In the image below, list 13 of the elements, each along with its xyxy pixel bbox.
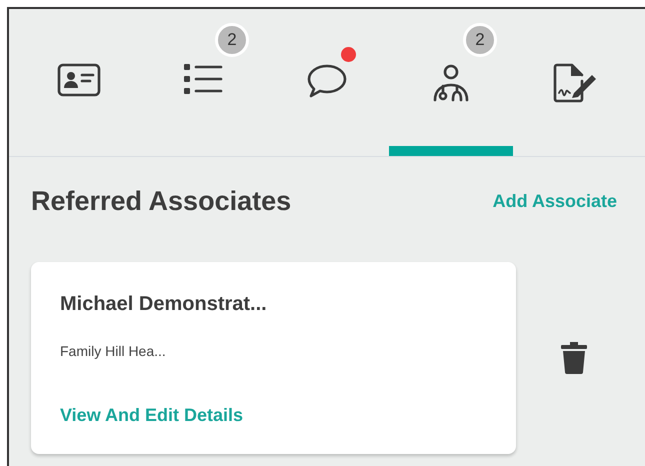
speech-bubble-icon <box>306 63 348 99</box>
section-title: Referred Associates <box>31 185 292 218</box>
tab[interactable]: 2 <box>389 9 513 156</box>
associate-organization: Family Hill Hea... <box>60 342 167 361</box>
list-icon <box>183 63 223 95</box>
signed-document-icon <box>552 63 598 103</box>
person-stethoscope-icon <box>432 63 470 103</box>
id-card-icon <box>57 63 101 97</box>
count-badge: 2 <box>463 23 497 57</box>
tab[interactable]: 2 <box>141 9 265 156</box>
count-badge: 2 <box>215 23 249 57</box>
trash-icon[interactable] <box>561 342 587 374</box>
associate-name: Michael Demonstrat... <box>60 292 268 316</box>
